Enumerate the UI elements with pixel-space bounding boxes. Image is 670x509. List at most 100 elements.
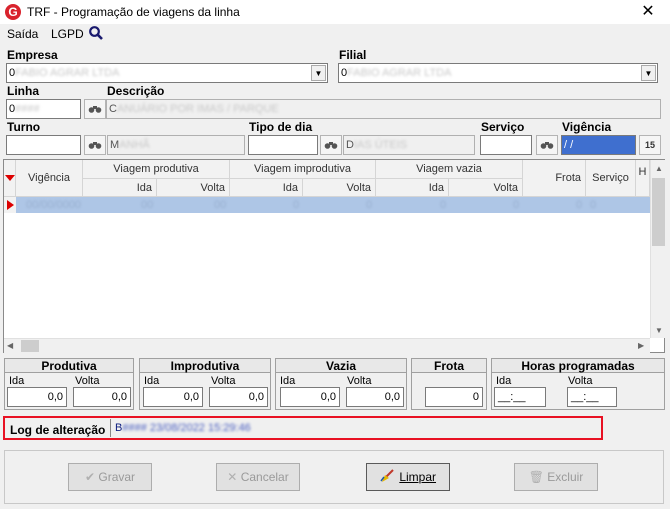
cell-improd-volta: 0 [366,199,373,211]
log-value: B#### 23/08/2022 15:29:46 [115,422,251,434]
tipo-dia-input[interactable] [248,135,318,155]
cancelar-label: Cancelar [240,470,289,484]
descricao-text: ANUÁRIO POR IMAS / PARQUE [116,103,279,115]
frota-group: Frota 0 [411,358,487,410]
produtiva-volta-label: Volta [75,375,100,387]
log-text: #### 23/08/2022 15:29:46 [122,422,251,434]
gravar-label: Gravar [98,470,136,484]
scroll-thumb[interactable] [652,178,665,246]
vazia-ida-input[interactable]: 0,0 [280,387,340,407]
horas-title: Horas programadas [492,359,664,373]
vigencia-input[interactable]: / / [561,135,636,155]
limpar-label: Limpar [399,470,437,484]
horas-volta-input[interactable]: __:__ [567,387,617,407]
turno-descricao: MANHÃ [107,135,245,155]
produtiva-ida-label: Ida [9,375,25,387]
scroll-up-icon[interactable]: ▲ [655,164,663,173]
linha-number: #### [15,103,40,115]
hscroll-thumb[interactable] [21,340,39,352]
calendar-icon[interactable]: 15 [639,135,661,155]
scroll-down-icon[interactable]: ▼ [655,326,663,335]
col-frota[interactable]: Frota [523,160,586,197]
binoculars-icon[interactable] [84,99,106,119]
servico-label: Serviço [481,120,525,134]
binoculars-icon[interactable] [320,135,342,155]
col-viagem-produtiva: Viagem produtiva [83,160,230,179]
improdutiva-ida-input[interactable]: 0,0 [143,387,203,407]
menu-saida[interactable]: Saída [7,27,38,41]
empresa-name: FABIO AGRAR LTDA [15,67,120,79]
horizontal-scrollbar[interactable]: ◀ ▶ [4,338,650,353]
vertical-scrollbar[interactable]: ▲ ▼ [650,160,666,338]
cell-vazia-ida: 0 [440,199,447,211]
cell-prod-ida: 00 [141,199,154,211]
scroll-right-icon[interactable]: ▶ [638,341,644,350]
trash-icon: 🗑 [528,470,544,484]
empresa-select[interactable]: 0FABIO AGRAR LTDA ▼ [6,63,328,83]
produtiva-volta-input[interactable]: 0,0 [73,387,131,407]
binoculars-icon[interactable] [536,135,558,155]
empresa-label: Empresa [7,48,58,62]
improdutiva-volta-input[interactable]: 0,0 [209,387,268,407]
tipo-text: IAS ÚTEIS [353,139,408,151]
excluir-button[interactable]: 🗑 Excluir [514,463,598,491]
tipo-dia-descricao: DIAS ÚTEIS [343,135,475,155]
close-icon[interactable]: ✕ [626,0,670,24]
horas-ida-input[interactable]: __:__ [494,387,546,407]
limpar-button[interactable]: Limpar [366,463,450,491]
cell-prod-volta: 00 [214,199,227,211]
table-row[interactable]: 00/00/0000 00 00 0 0 0 0 0 0 [16,197,650,213]
vazia-group: Vazia Ida Volta 0,0 0,0 [275,358,407,410]
improdutiva-title: Improdutiva [140,359,270,373]
vazia-volta-input[interactable]: 0,0 [346,387,404,407]
linha-label: Linha [7,84,39,98]
linha-input[interactable]: 0#### [6,99,81,119]
col-servico[interactable]: Serviço [586,160,636,197]
excluir-label: Excluir [547,470,584,484]
turno-input[interactable] [6,135,81,155]
x-icon: ✕ [227,470,238,484]
col-improdutiva-volta[interactable]: Volta [303,179,376,197]
turno-initial: M [110,139,120,151]
descricao-initial: C [109,103,117,115]
improdutiva-volta-label: Volta [211,375,236,387]
filial-select[interactable]: 0FABIO AGRAR LTDA ▼ [338,63,658,83]
col-vazia-volta[interactable]: Volta [449,179,523,197]
frota-input[interactable]: 0 [425,387,483,407]
chevron-down-icon[interactable]: ▼ [641,65,656,81]
log-alteracao-box: Log de alteração B#### 23/08/2022 15:29:… [3,416,603,440]
search-icon[interactable] [88,25,104,41]
servico-input[interactable] [480,135,532,155]
binoculars-icon[interactable] [84,135,106,155]
produtiva-ida-input[interactable]: 0,0 [7,387,67,407]
descricao-field: CANUÁRIO POR IMAS / PARQUE [106,99,661,119]
col-produtiva-ida[interactable]: Ida [83,179,157,197]
chevron-down-icon[interactable]: ▼ [311,65,326,81]
app-logo-icon: G [5,4,21,20]
gravar-button[interactable]: ✔ Gravar [68,463,152,491]
col-vigencia[interactable]: Vigência [16,160,83,197]
menu-lgpd[interactable]: LGPD [51,27,84,41]
col-produtiva-volta[interactable]: Volta [157,179,230,197]
horas-volta-label: Volta [568,375,593,387]
turno-text: ANHÃ [119,139,150,151]
filial-label: Filial [339,48,367,62]
col-vazia-ida[interactable]: Ida [376,179,449,197]
col-improdutiva-ida[interactable]: Ida [230,179,303,197]
cell-vigencia: 00/00/0000 [26,199,82,211]
horas-ida-label: Ida [496,375,512,387]
viagens-grid[interactable]: Vigência Viagem produtiva Ida Volta Viag… [3,159,666,353]
scroll-left-icon[interactable]: ◀ [7,341,13,350]
tipo-initial: D [346,139,354,151]
window-title: TRF - Programação de viagens da linha [27,5,240,19]
col-h[interactable]: H [636,160,650,197]
vazia-title: Vazia [276,359,406,373]
improdutiva-group: Improdutiva Ida Volta 0,0 0,0 [139,358,271,410]
col-viagem-vazia: Viagem vazia [376,160,523,179]
check-icon: ✔ [84,470,96,484]
improdutiva-ida-label: Ida [144,375,160,387]
turno-label: Turno [7,120,41,134]
log-label: Log de alteração [10,423,106,437]
cancelar-button[interactable]: ✕ Cancelar [216,463,300,491]
produtiva-title: Produtiva [5,359,133,373]
